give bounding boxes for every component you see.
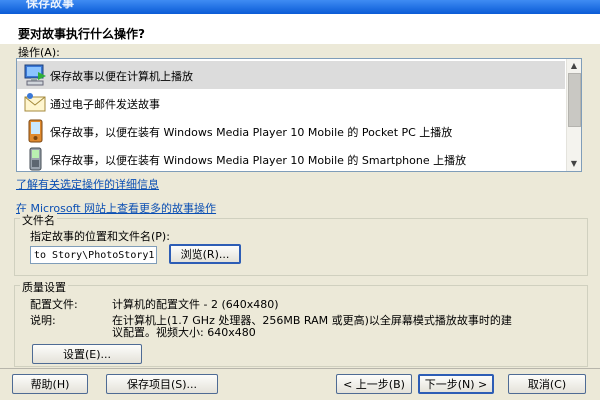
list-item-smartphone[interactable]: 保存故事，以便在装有 Windows Media Player 10 Mobil… — [17, 145, 565, 171]
scroll-up-arrow-icon[interactable]: ▲ — [567, 59, 581, 73]
list-item-email[interactable]: 通过电子邮件发送故事 — [17, 89, 565, 117]
computer-play-icon — [22, 63, 48, 87]
profile-value: 计算机的配置文件 - 2 (640x480) — [112, 298, 279, 311]
smartphone-icon — [22, 147, 48, 171]
next-button[interactable]: 下一步(N) > — [418, 374, 494, 394]
help-button[interactable]: 帮助(H) — [12, 374, 88, 394]
window-title: 保存故事 — [26, 0, 75, 10]
list-item-pocket-pc[interactable]: 保存故事，以便在装有 Windows Media Player 10 Mobil… — [17, 117, 565, 145]
page-title: 要对故事执行什么操作? — [18, 27, 145, 41]
path-input[interactable]: to Story\PhotoStory1.wmv — [30, 246, 157, 264]
scroll-thumb[interactable] — [568, 73, 581, 127]
save-project-button[interactable]: 保存项目(S)... — [106, 374, 218, 394]
cancel-button[interactable]: 取消(C) — [508, 374, 586, 394]
list-item-label: 保存故事，以便在装有 Windows Media Player 10 Mobil… — [50, 154, 467, 167]
operations-list[interactable]: 保存故事以便在计算机上播放 通过电子邮件发送故事 保存故事，以便在装有 Wind… — [16, 58, 582, 172]
description-line-2: 议配置。视频大小: 640x480 — [112, 326, 256, 339]
filename-group-title: 文件名 — [20, 212, 57, 228]
email-envelope-icon — [22, 91, 48, 115]
scroll-down-arrow-icon[interactable]: ▼ — [567, 157, 581, 171]
browse-button[interactable]: 浏览(R)... — [169, 244, 241, 264]
list-item-label: 保存故事以便在计算机上播放 — [50, 70, 193, 83]
profile-label: 配置文件: — [30, 298, 78, 311]
path-label: 指定故事的位置和文件名(P): — [30, 230, 170, 243]
list-item-label: 保存故事，以便在装有 Windows Media Player 10 Mobil… — [50, 126, 453, 139]
details-link[interactable]: 了解有关选定操作的详细信息 — [16, 176, 159, 192]
pocket-pc-icon — [22, 119, 48, 143]
operations-scrollbar[interactable]: ▲ ▼ — [566, 59, 581, 171]
list-item-label: 通过电子邮件发送故事 — [50, 98, 160, 111]
footer-divider — [0, 368, 600, 369]
description-label: 说明: — [30, 314, 56, 327]
title-bar: 保存故事 — [0, 0, 600, 14]
quality-group-title: 质量设置 — [20, 279, 68, 295]
list-item-play-on-computer[interactable]: 保存故事以便在计算机上播放 — [17, 61, 565, 89]
back-button[interactable]: < 上一步(B) — [336, 374, 412, 394]
settings-button[interactable]: 设置(E)... — [32, 344, 142, 364]
